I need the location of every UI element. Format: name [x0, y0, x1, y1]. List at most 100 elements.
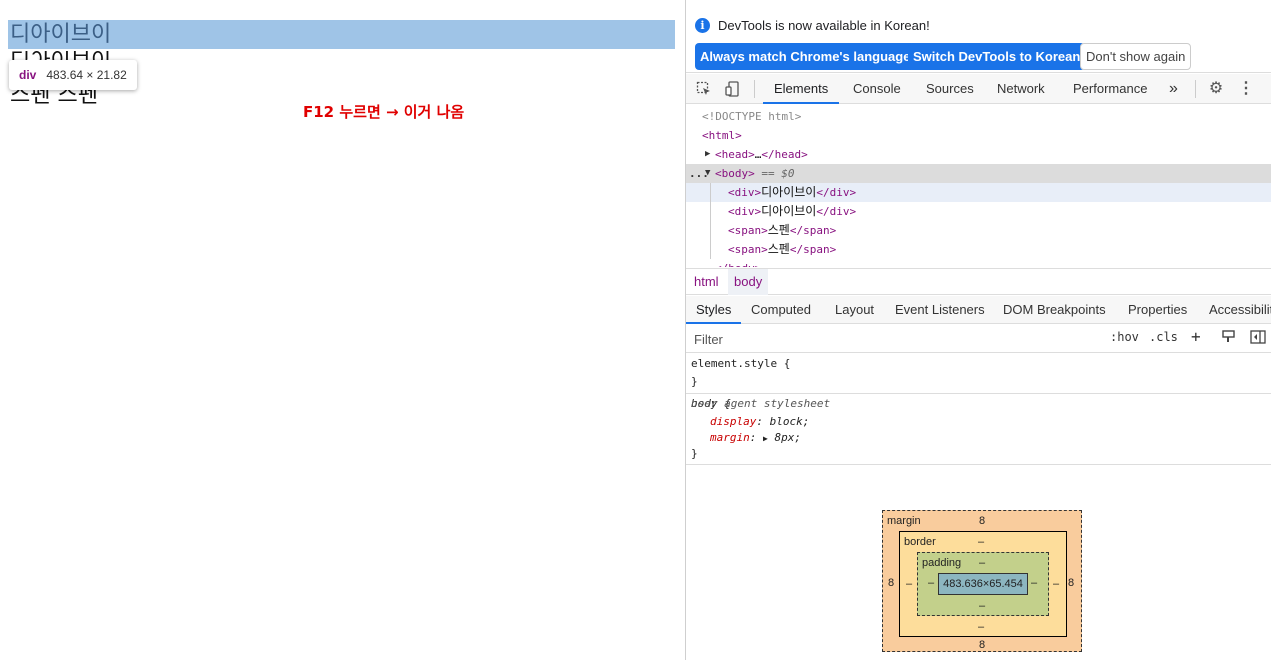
padding-bottom-value[interactable]: – — [979, 600, 985, 612]
dom-child-span-2[interactable]: <span>스펜</span> — [686, 240, 1271, 259]
subtab-layout[interactable]: Layout — [835, 296, 874, 324]
child-open-tag: <span> — [728, 224, 768, 237]
margin-label: margin — [887, 515, 921, 527]
head-open-tag: <head> — [715, 148, 755, 161]
tab-sources[interactable]: Sources — [926, 74, 974, 104]
styles-subtabs: Styles Computed Layout Event Listeners D… — [686, 296, 1271, 324]
child-close-tag: </div> — [816, 186, 857, 199]
collapse-triangle-icon[interactable]: ▼ — [705, 164, 710, 183]
dom-body-selected[interactable]: ... ▼ <body> == $0 — [686, 164, 1271, 183]
settings-gear-icon[interactable]: ⚙ — [1208, 81, 1224, 97]
expand-triangle-icon[interactable]: ▶ — [763, 434, 768, 443]
dont-show-again-button[interactable]: Don't show again — [1080, 43, 1192, 70]
subtab-styles[interactable]: Styles — [686, 296, 742, 324]
border-label: border — [904, 536, 936, 548]
infobar-message: DevTools is now available in Korean! — [718, 18, 930, 33]
decl-prop: margin — [710, 431, 750, 444]
dom-child-span-1[interactable]: <span>스펜</span> — [686, 221, 1271, 240]
paint-format-icon[interactable] — [1222, 330, 1236, 347]
dom-body-close[interactable]: </body> — [686, 259, 1271, 267]
ua-stylesheet-label: user agent stylesheet — [691, 397, 831, 410]
box-model-border: border – – – – padding – – – – 483.636×6… — [899, 531, 1067, 637]
child-open-tag: <div> — [728, 186, 762, 199]
switch-to-korean-button[interactable]: Switch DevTools to Korean — [908, 43, 1086, 70]
screenshot-root: 디아이브이 디아이브이 스펜 스펜 F12 누르면 → 이거 나옴 div 48… — [0, 0, 1271, 660]
dom-child-div-2[interactable]: <div>디아이브이</div> — [686, 202, 1271, 221]
dom-child-div-1[interactable]: <div>디아이브이</div> — [686, 183, 1271, 202]
body-eq-marker: == $0 — [761, 167, 795, 180]
tooltip-size: 483.64 × 21.82 — [46, 68, 127, 82]
subtab-computed[interactable]: Computed — [751, 296, 811, 324]
child-text: 디아이브이 — [761, 185, 817, 199]
margin-bottom-value[interactable]: 8 — [979, 639, 985, 651]
tooltip-tag: div — [19, 68, 37, 82]
padding-label: padding — [922, 557, 962, 569]
cls-toggle[interactable]: .cls — [1149, 330, 1178, 344]
toolbar-separator — [754, 80, 755, 98]
element-style-selector[interactable]: element.style { — [691, 356, 790, 372]
toggle-sidebar-icon[interactable] — [1250, 330, 1266, 347]
kebab-menu-icon[interactable]: ⋮ — [1238, 81, 1254, 97]
expand-triangle-icon[interactable]: ▶ — [705, 145, 710, 164]
dom-doctype[interactable]: <!DOCTYPE html> — [686, 107, 1271, 126]
border-right-value[interactable]: – — [1053, 578, 1059, 590]
body-close-tag: </body> — [715, 259, 761, 267]
inspect-element-icon[interactable] — [696, 81, 712, 97]
border-top-value[interactable]: – — [978, 536, 984, 548]
dom-head[interactable]: ▶ <head>…</head> — [686, 145, 1271, 164]
child-text: 스펜 — [767, 242, 790, 256]
margin-top-value[interactable]: 8 — [979, 515, 985, 527]
tooltip-arrow — [27, 54, 39, 60]
html-tag: <html> — [702, 129, 742, 142]
tab-console[interactable]: Console — [853, 74, 901, 104]
new-rule-plus-icon[interactable]: + — [1191, 327, 1201, 346]
language-infobar: i DevTools is now available in Korean! A… — [686, 0, 1271, 73]
subtab-properties[interactable]: Properties — [1128, 296, 1187, 324]
subtab-dom-breakpoints[interactable]: DOM Breakpoints — [1003, 296, 1106, 324]
padding-right-value[interactable]: – — [1031, 577, 1037, 589]
elements-dom-tree: <!DOCTYPE html> <html> ▶ <head>…</head> … — [686, 105, 1271, 267]
device-toolbar-icon[interactable] — [725, 81, 741, 97]
rule-element-style: element.style { } — [686, 354, 1271, 394]
info-icon: i — [695, 18, 710, 33]
padding-top-value[interactable]: – — [979, 557, 985, 569]
decl-display[interactable]: display: block; — [710, 414, 809, 430]
styles-filter-input[interactable] — [690, 328, 1100, 350]
tab-performance[interactable]: Performance — [1073, 74, 1147, 104]
box-model-margin: margin 8 8 8 8 border – – – – padding – … — [882, 510, 1082, 652]
decl-prop: display — [710, 415, 757, 428]
child-open-tag: <div> — [728, 205, 762, 218]
devtools-panel: i DevTools is now available in Korean! A… — [685, 0, 1271, 660]
dom-html[interactable]: <html> — [686, 126, 1271, 145]
toolbar-separator — [1195, 80, 1196, 98]
breadcrumb-body[interactable]: body — [728, 269, 769, 295]
margin-right-value[interactable]: 8 — [1068, 577, 1074, 589]
child-open-tag: <span> — [728, 243, 768, 256]
tab-network[interactable]: Network — [997, 74, 1045, 104]
rule-body-ua: body { user agent stylesheet display: bl… — [686, 394, 1271, 465]
always-match-language-button[interactable]: Always match Chrome's language — [695, 43, 916, 70]
rule-close-brace: } — [691, 447, 698, 460]
child-close-tag: </div> — [816, 205, 857, 218]
annotation-text: F12 누르면 → 이거 나옴 — [303, 103, 465, 121]
hov-toggle[interactable]: :hov — [1110, 330, 1139, 344]
rule-close-brace: } — [691, 375, 698, 388]
child-close-tag: </span> — [789, 243, 837, 256]
border-bottom-value[interactable]: – — [978, 621, 984, 633]
breadcrumb-html[interactable]: html — [688, 269, 725, 295]
breadcrumb: html body — [686, 268, 1271, 295]
border-left-value[interactable]: – — [906, 578, 912, 590]
tab-elements[interactable]: Elements — [763, 74, 840, 104]
decl-margin[interactable]: margin: ▶ 8px; — [710, 430, 801, 446]
subtab-event-listeners[interactable]: Event Listeners — [895, 296, 985, 324]
child-close-tag: </span> — [789, 224, 837, 237]
child-text: 스펜 — [767, 223, 790, 237]
box-model-content-size[interactable]: 483.636×65.454 — [938, 573, 1028, 595]
inspect-tooltip: div 483.64 × 21.82 — [9, 54, 137, 90]
more-tabs-chevron-icon[interactable]: » — [1169, 74, 1178, 104]
subtab-accessibility[interactable]: Accessibility — [1209, 296, 1271, 324]
devtools-main-toolbar: Elements Console Sources Network Perform… — [686, 74, 1271, 104]
body-open-tag: <body> — [715, 167, 755, 180]
padding-left-value[interactable]: – — [928, 577, 934, 589]
margin-left-value[interactable]: 8 — [888, 577, 894, 589]
